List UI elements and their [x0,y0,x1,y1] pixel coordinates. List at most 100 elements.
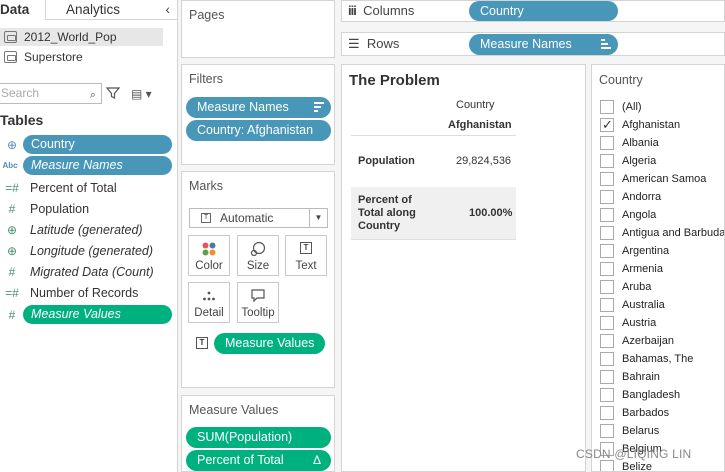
marks-pill-measure-values[interactable]: Measure Values [214,333,325,354]
field-pill: Country [23,135,172,154]
field-percent-of-total[interactable]: =# Percent of Total [0,178,177,198]
checkbox[interactable] [600,100,614,114]
text-label: Text [295,260,317,272]
datasource-item[interactable]: Superstore [0,48,163,66]
rows-pill-label: Measure Names [480,37,572,51]
view-options-icon[interactable]: ▤ ▾ [131,87,152,101]
filter-pill-label: Measure Names [197,100,289,114]
country-filter-item[interactable]: Bahamas, The [600,350,724,368]
checkbox[interactable] [600,172,614,186]
checkbox[interactable] [600,280,614,294]
country-filter-label: Bahamas, The [622,353,694,365]
tab-data[interactable]: Data [0,0,46,20]
filter-pill-country[interactable]: Country: Afghanistan [186,120,331,141]
country-filter-item[interactable]: Austria [600,314,724,332]
field-pill: Measure Names [23,156,172,175]
cell-percent[interactable]: 100.00% [469,207,512,219]
field-measure-names[interactable]: Abc Measure Names [0,156,177,176]
checkbox[interactable] [600,388,614,402]
field-latitude[interactable]: ⊕ Latitude (generated) [0,220,177,240]
mv-pill-sum-population[interactable]: SUM(Population) [186,427,331,448]
field-pill: Measure Values [23,305,172,324]
checkbox[interactable] [600,424,614,438]
color-button[interactable]: Color [188,235,230,276]
pages-card[interactable]: Pages [181,0,335,58]
checkbox[interactable] [600,352,614,366]
field-longitude[interactable]: ⊕ Longitude (generated) [0,241,177,261]
filter-pill-measure-names[interactable]: Measure Names [186,97,331,118]
country-filter-label: Angola [622,209,657,221]
checkbox[interactable] [600,116,614,134]
mv-pill-percent-of-total[interactable]: Percent of Total Δ [186,450,331,471]
rows-shelf[interactable]: ☰ Rows Measure Names [341,32,725,56]
globe-icon: ⊕ [6,138,18,152]
pages-title: Pages [189,8,225,22]
field-country[interactable]: ⊕ Country [0,135,177,155]
country-filter-item[interactable]: Afghanistan [600,116,724,134]
checkbox[interactable] [600,460,614,471]
country-filter-item[interactable]: Belarus [600,422,724,440]
country-filter-item[interactable]: Barbados [600,404,724,422]
country-filter-item[interactable]: Azerbaijan [600,332,724,350]
checkbox[interactable] [600,406,614,420]
filter-icon[interactable] [105,86,121,100]
chevron-left-icon[interactable]: ‹ [165,1,170,17]
country-filter-item[interactable]: Angola [600,206,724,224]
checkbox[interactable] [600,298,614,312]
checkbox[interactable] [600,154,614,168]
country-filter-item[interactable]: Albania [600,134,724,152]
search-input[interactable]: Search ⌕ [0,83,102,104]
country-filter-item[interactable]: Australia [600,296,724,314]
field-number-of-records[interactable]: =# Number of Records [0,283,177,303]
country-filter-item[interactable]: Bahrain [600,368,724,386]
country-filter-item[interactable]: Argentina [600,242,724,260]
row-label-percent: Percent of Total along Country [358,194,416,233]
detail-button[interactable]: Detail [188,282,230,323]
datasource-item[interactable]: 2012_World_Pop [0,28,163,46]
tooltip-button[interactable]: Tooltip [237,282,279,323]
text-button[interactable]: T Text [285,235,327,276]
datasource-icon [4,31,17,43]
field-migrated-data[interactable]: # Migrated Data (Count) [0,262,177,282]
columns-pill-country[interactable]: Country [469,1,618,21]
field-population[interactable]: # Population [0,199,177,219]
globe-icon: ⊕ [6,244,18,258]
rows-icon: ☰ [348,36,360,51]
size-button[interactable]: Size [237,235,279,276]
calc-measure-icon: =# [5,181,19,195]
checkbox[interactable] [600,136,614,150]
rows-pill-measure-names[interactable]: Measure Names [469,34,618,55]
tab-analytics[interactable]: Analytics [66,0,120,20]
country-filter-item[interactable]: American Samoa [600,170,724,188]
country-filter-item[interactable]: Aruba [600,278,724,296]
checkbox[interactable] [600,226,614,240]
mv-pill-label: SUM(Population) [197,430,293,444]
checkbox[interactable] [600,370,614,384]
checkbox[interactable] [600,244,614,258]
country-filter-item[interactable]: Armenia [600,260,724,278]
checkbox[interactable] [600,208,614,222]
country-filter-item[interactable]: Bangladesh [600,386,724,404]
field-measure-values[interactable]: # Measure Values [0,305,177,325]
checkbox[interactable] [600,334,614,348]
checkbox[interactable] [600,190,614,204]
mark-type-select[interactable]: T Automatic ▼ [189,208,328,228]
tables-heading: Tables [0,112,44,128]
datasource-name: 2012_World_Pop [24,30,117,44]
filters-card: Filters Measure Names Country: Afghanist… [181,64,335,165]
country-filter-item[interactable]: Antigua and Barbuda [600,224,724,242]
chevron-down-icon: ▼ [309,209,327,227]
text-mark-icon: T [201,213,211,223]
checkbox[interactable] [600,316,614,330]
country-filter-item[interactable]: Andorra [600,188,724,206]
size-icon [238,241,278,257]
country-filter-item[interactable]: (All) [600,98,724,116]
cell-population[interactable]: 29,824,536 [456,155,511,167]
columns-shelf[interactable]: iii Columns Country [341,0,725,22]
columns-label: iii Columns [348,1,414,21]
checkbox[interactable] [600,262,614,276]
country-filter-label: Algeria [622,155,657,167]
country-filter-item[interactable]: Algeria [600,152,724,170]
marks-title: Marks [189,179,224,193]
color-icon [189,241,229,257]
